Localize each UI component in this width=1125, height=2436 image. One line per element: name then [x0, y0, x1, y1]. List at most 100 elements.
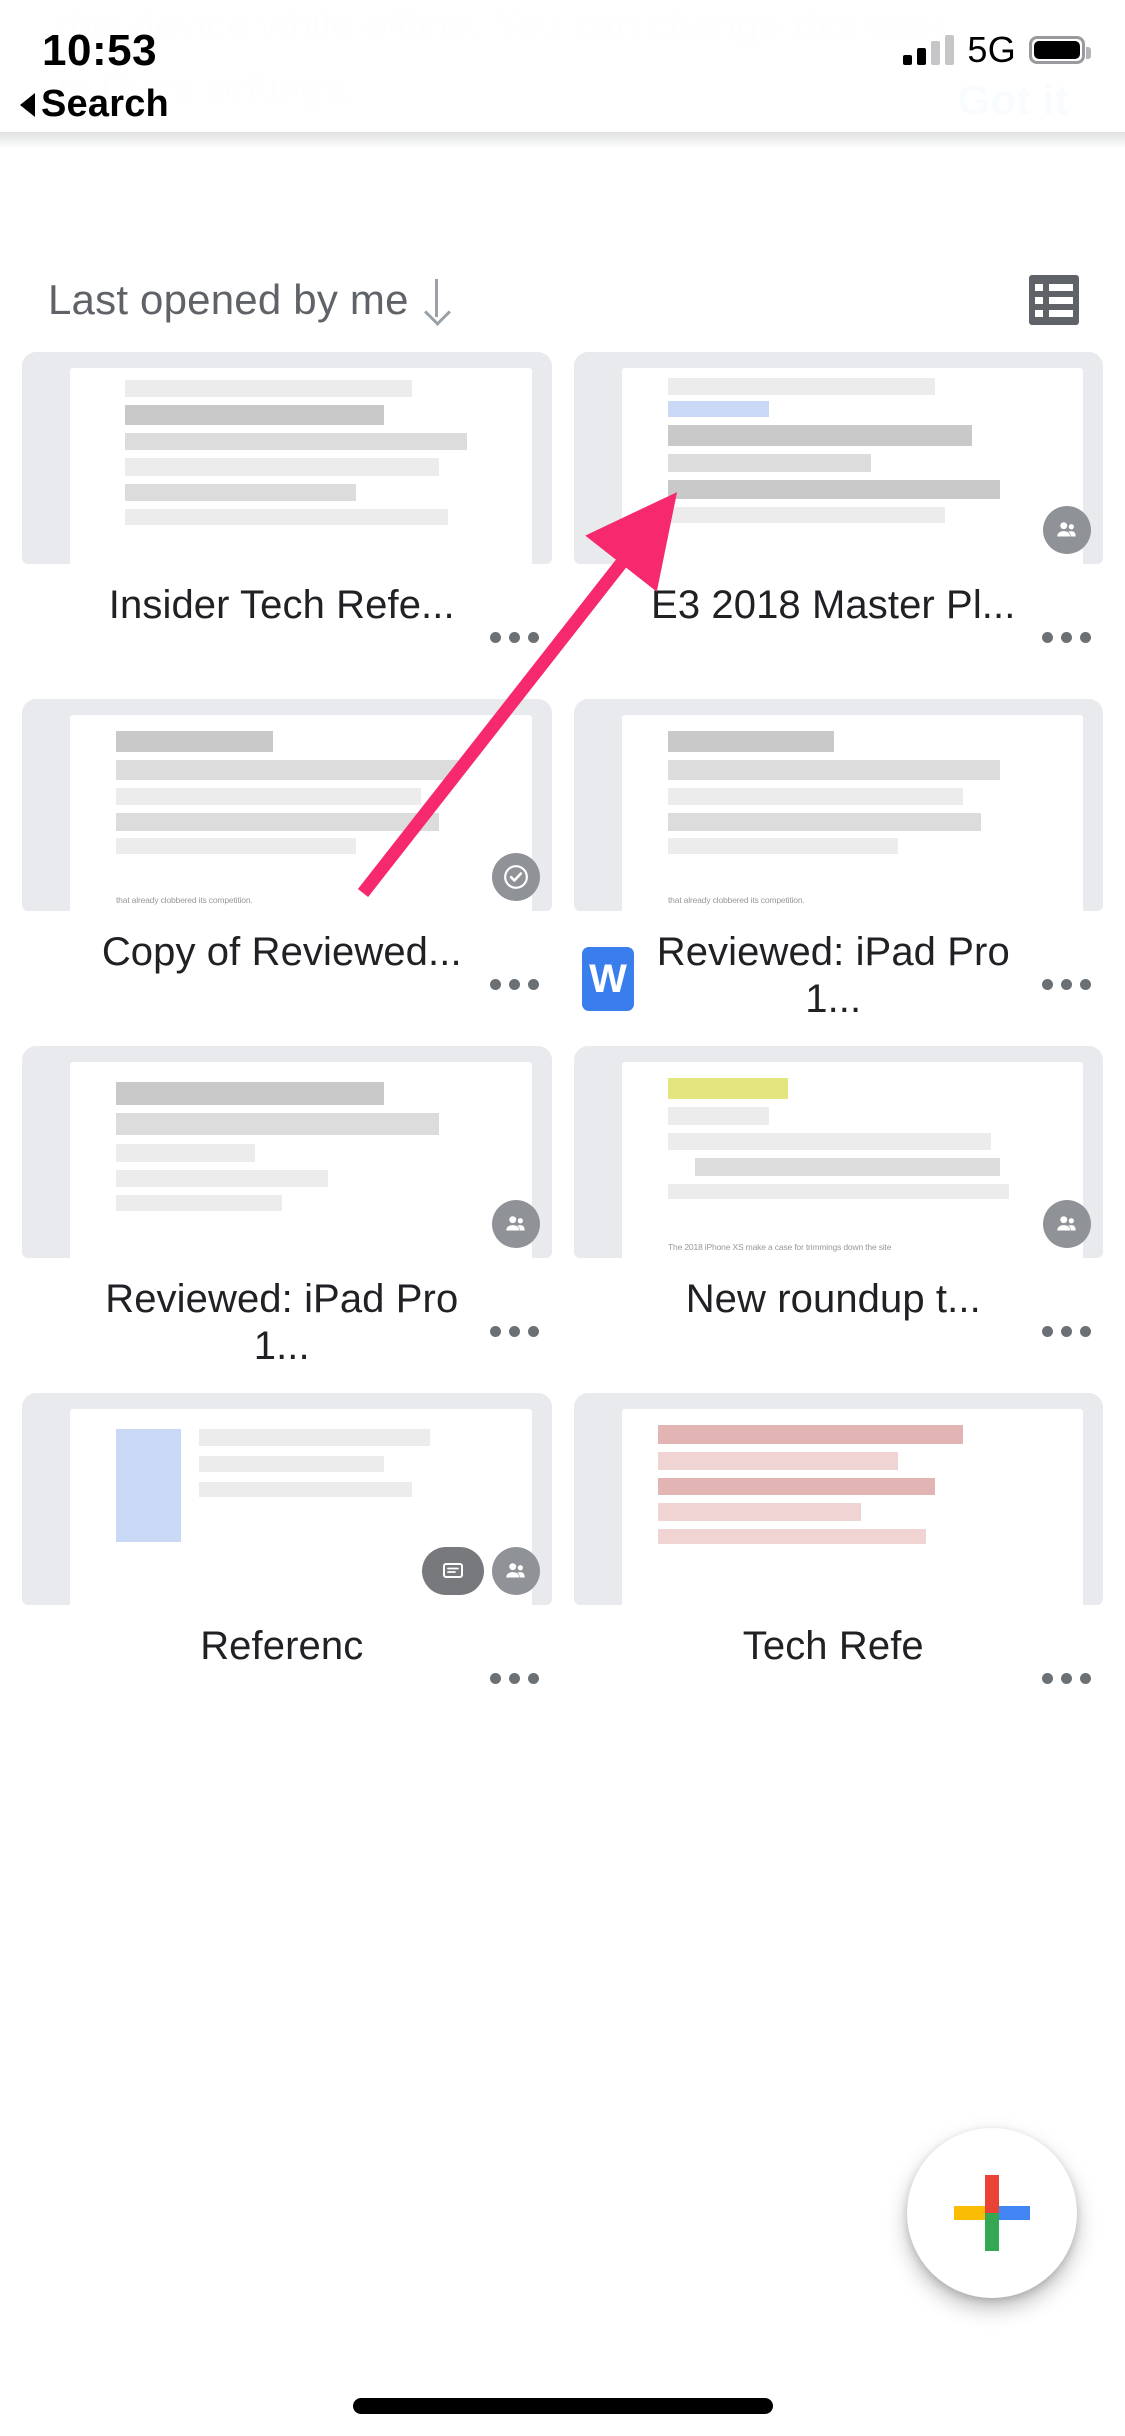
- thumb-block: [125, 509, 449, 525]
- thumbnail-page: The 2018 iPhone XS make a case for trimm…: [621, 1062, 1083, 1258]
- thumbnail-page: that already clobbered its competition.: [70, 715, 532, 911]
- thumb-block: [667, 507, 945, 523]
- thumb-block: [125, 483, 357, 502]
- sort-by-button[interactable]: Last opened by me: [48, 276, 449, 324]
- file-thumbnail[interactable]: that already clobbered its competition.: [573, 699, 1103, 911]
- google-docs-icon: [582, 1294, 634, 1358]
- google-plus-create-icon: [954, 2175, 1030, 2251]
- thumb-block: [667, 1183, 1010, 1200]
- overflow-menu-icon[interactable]: [482, 604, 548, 670]
- file-card[interactable]: The 2018 iPhone XS make a case for trimm…: [573, 1046, 1103, 1393]
- file-thumbnail[interactable]: [573, 1393, 1103, 1605]
- thumbnail-page: [70, 368, 532, 564]
- thumb-block: [116, 1081, 384, 1106]
- file-card[interactable]: Reviewed: iPad Pro 1...: [22, 1046, 552, 1393]
- docs-home-screen: this device while offline. You can chang…: [0, 0, 1125, 2436]
- overflow-menu-icon[interactable]: [1033, 604, 1099, 670]
- thumb-block: [667, 377, 936, 396]
- status-bar-time: 10:53: [42, 26, 158, 75]
- file-thumbnail[interactable]: [573, 352, 1103, 564]
- thumbnail-badges: [1043, 1200, 1091, 1248]
- thumb-caption: The 2018 iPhone XS make a case for trimm…: [667, 1242, 891, 1252]
- overflow-menu-icon[interactable]: [1033, 951, 1099, 1017]
- thumb-block: [116, 1169, 329, 1188]
- thumbnail-page: [70, 1062, 532, 1258]
- header-divider-shadow: [0, 132, 1125, 148]
- file-title: E3 2018 Master Pl...: [651, 583, 1016, 627]
- file-thumbnail[interactable]: [22, 1046, 552, 1258]
- thumb-block: [667, 813, 982, 831]
- file-meta-row: Referenc: [22, 1611, 552, 1731]
- sort-by-label: Last opened by me: [48, 276, 409, 323]
- file-meta-row: Tech Refe: [574, 1611, 1104, 1731]
- thumbnail-badges: [421, 1547, 540, 1595]
- thumb-block: [116, 1195, 283, 1211]
- shared-people-icon: [491, 1200, 540, 1248]
- thumb-block: [199, 1481, 412, 1498]
- create-new-document-fab[interactable]: [907, 2128, 1077, 2298]
- sort-and-view-row: Last opened by me: [0, 252, 1125, 348]
- overflow-menu-icon[interactable]: [482, 951, 548, 1017]
- file-grid: Insider Tech Refe... E3 2018 Master Pl...…: [0, 352, 1125, 2436]
- file-card[interactable]: that already clobbered its competition. C…: [22, 699, 552, 1046]
- thumb-block: [125, 379, 412, 398]
- thumbnail-badges: [491, 853, 540, 901]
- thumb-block: [125, 458, 440, 476]
- thumb-block: [667, 1107, 770, 1125]
- thumb-block: [199, 1456, 384, 1472]
- file-meta-row: W Reviewed: iPad Pro 1...: [574, 917, 1104, 1037]
- status-bar-indicators: 5G: [903, 28, 1091, 72]
- file-card[interactable]: Referenc: [22, 1393, 552, 1740]
- thumb-block: [658, 1503, 862, 1521]
- overflow-menu-icon[interactable]: [1033, 1645, 1099, 1711]
- file-card[interactable]: Insider Tech Refe...: [22, 352, 552, 699]
- overflow-menu-icon[interactable]: [482, 1645, 548, 1711]
- arrow-down-icon: [423, 279, 449, 321]
- overflow-menu-icon[interactable]: [1033, 1298, 1099, 1364]
- thumbnail-page: [621, 1409, 1083, 1605]
- thumb-block: [116, 1144, 255, 1162]
- thumb-block: [116, 730, 274, 753]
- thumb-block: [667, 838, 899, 855]
- thumb-block: [667, 787, 963, 806]
- file-title: Insider Tech Refe...: [108, 583, 455, 627]
- file-meta-row: Insider Tech Refe...: [22, 570, 552, 690]
- file-thumbnail[interactable]: [22, 352, 552, 564]
- thumb-block: [116, 1112, 440, 1135]
- thumb-block: [125, 432, 467, 451]
- thumb-block: [116, 838, 357, 855]
- thumbnail-page: that already clobbered its competition.: [621, 715, 1083, 911]
- signal-bars-icon: [903, 35, 955, 65]
- file-card[interactable]: that already clobbered its competition. W…: [573, 699, 1104, 1046]
- status-bar: 10:53 Search 5G: [0, 0, 1125, 132]
- thumb-block: [667, 1077, 788, 1100]
- list-view-icon[interactable]: [1029, 275, 1079, 325]
- google-docs-icon: [30, 947, 82, 1011]
- network-type-label: 5G: [967, 29, 1016, 70]
- thumb-block: [667, 760, 1000, 780]
- thumb-block: [658, 1477, 936, 1496]
- overflow-menu-icon[interactable]: [482, 1298, 548, 1364]
- thumb-block: [658, 1452, 899, 1470]
- thumb-block: [667, 424, 973, 447]
- thumbnail-badges: [1043, 506, 1091, 554]
- back-to-search-button[interactable]: Search: [20, 83, 169, 126]
- file-title: Referenc: [200, 1624, 364, 1668]
- thumb-block: [667, 401, 770, 417]
- file-thumbnail[interactable]: [22, 1393, 552, 1605]
- thumb-block: [116, 787, 421, 806]
- home-indicator: [352, 2398, 773, 2414]
- file-title: New roundup t...: [685, 1277, 981, 1321]
- thumb-block: [658, 1424, 963, 1445]
- file-card[interactable]: E3 2018 Master Pl...: [573, 352, 1103, 699]
- thumb-block: [667, 479, 1000, 500]
- shared-people-icon: [1043, 506, 1091, 554]
- file-title: Reviewed: iPad Pro 1...: [656, 930, 1010, 1021]
- microsoft-word-icon: W: [581, 947, 634, 1011]
- thumbnail-page: [621, 368, 1083, 564]
- google-docs-icon: [582, 1641, 634, 1705]
- thumb-block: [125, 405, 384, 425]
- file-thumbnail[interactable]: The 2018 iPhone XS make a case for trimm…: [573, 1046, 1103, 1258]
- file-thumbnail[interactable]: that already clobbered its competition.: [22, 699, 552, 911]
- file-card[interactable]: Tech Refe: [573, 1393, 1104, 1740]
